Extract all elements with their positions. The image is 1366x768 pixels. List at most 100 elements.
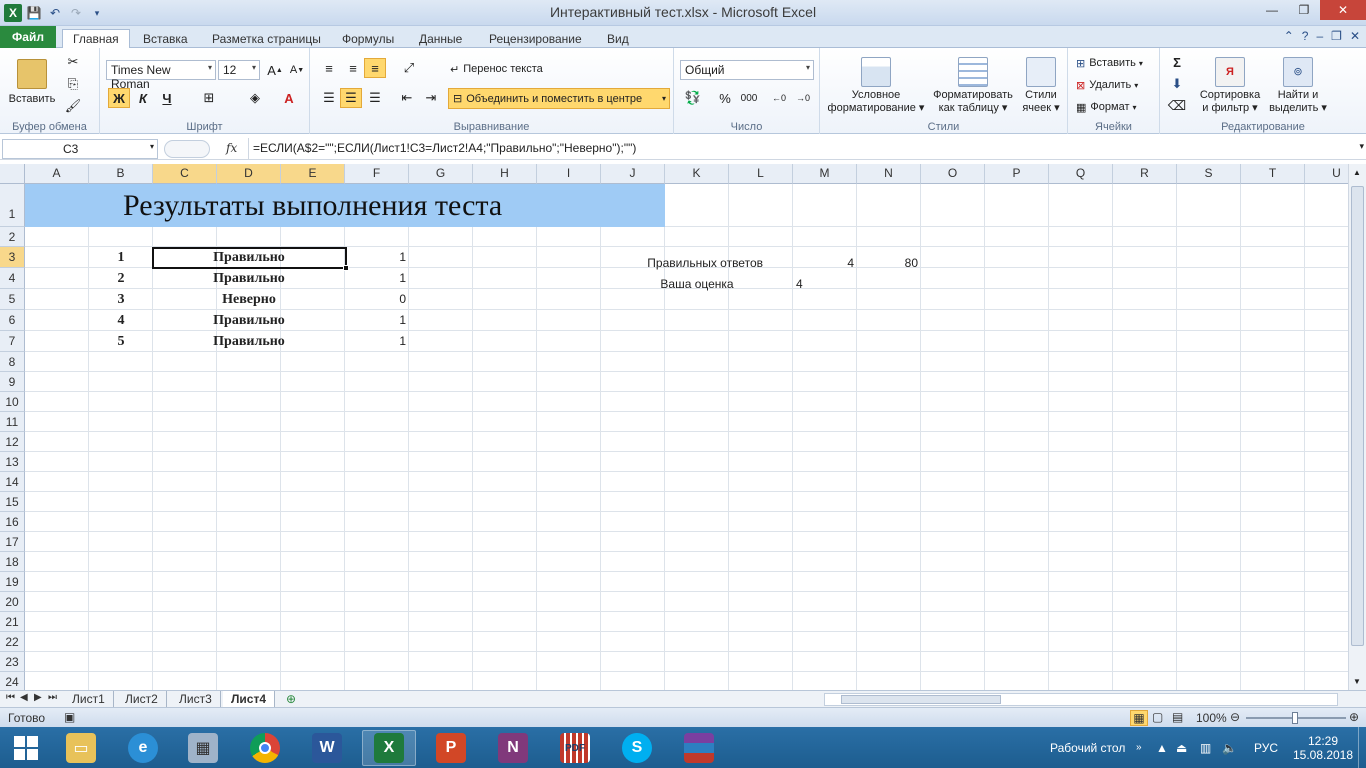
row-header-4[interactable]: 4	[0, 268, 25, 289]
answer-score[interactable]: 1	[345, 268, 409, 289]
column-header-m[interactable]: M	[793, 164, 857, 184]
taskbar-skype[interactable]: S	[610, 730, 664, 766]
row-header-20[interactable]: 20	[0, 592, 25, 612]
column-header-j[interactable]: J	[601, 164, 665, 184]
conditional-formatting-button[interactable]: Условное форматирование ▾	[824, 52, 928, 118]
start-button[interactable]	[0, 730, 52, 766]
answer-score[interactable]: 0	[345, 289, 409, 310]
name-box-dropdown-icon[interactable]: ▾	[150, 142, 154, 151]
grow-font-icon[interactable]: A ▲	[264, 60, 286, 80]
column-header-f[interactable]: F	[345, 164, 409, 184]
font-color-icon[interactable]: A	[278, 88, 300, 108]
row-header-23[interactable]: 23	[0, 652, 25, 672]
expand-formula-icon[interactable]: ▾	[1359, 141, 1364, 152]
find-select-button[interactable]: ⊚ Найти и выделить ▾	[1266, 52, 1330, 118]
align-right-icon[interactable]: ☰	[364, 88, 386, 108]
sheet-banner-title[interactable]: Результаты выполнения теста	[25, 184, 665, 227]
merge-dropdown-icon[interactable]: ▾	[662, 94, 669, 103]
fill-handle[interactable]	[343, 265, 349, 271]
percent-button[interactable]: %	[714, 88, 736, 108]
answer-result[interactable]: Правильно	[153, 268, 345, 289]
row-header-9[interactable]: 9	[0, 372, 25, 392]
taskbar-word[interactable]: W	[300, 730, 354, 766]
column-header-s[interactable]: S	[1177, 164, 1241, 184]
correct-answers-count[interactable]: 4	[793, 253, 857, 274]
taskbar-explorer[interactable]: ▭	[54, 730, 108, 766]
row-header-2[interactable]: 2	[0, 227, 25, 247]
column-header-b[interactable]: B	[89, 164, 153, 184]
column-header-c[interactable]: C	[153, 164, 217, 184]
taskbar-chrome[interactable]	[238, 730, 292, 766]
collapse-ribbon-icon[interactable]: ⌃	[1284, 29, 1294, 43]
show-desktop-button[interactable]	[1358, 727, 1366, 768]
copy-icon[interactable]: ⎘	[62, 74, 84, 94]
taskbar-onenote[interactable]: N	[486, 730, 540, 766]
currency-icon[interactable]: 💱	[682, 88, 704, 108]
tray-usb-icon[interactable]: ⏏	[1176, 727, 1187, 768]
sheet-tab-2[interactable]: Лист2	[117, 691, 167, 707]
column-header-g[interactable]: G	[409, 164, 473, 184]
column-header-p[interactable]: P	[985, 164, 1049, 184]
row-header-8[interactable]: 8	[0, 352, 25, 372]
name-box[interactable]: C3 ▾	[2, 139, 158, 159]
clear-icon[interactable]: ⌫	[1166, 96, 1188, 116]
taskbar-ie[interactable]: e	[116, 730, 170, 766]
question-number[interactable]: 3	[89, 289, 153, 310]
row-header-11[interactable]: 11	[0, 412, 25, 432]
column-header-l[interactable]: L	[729, 164, 793, 184]
fill-color-icon[interactable]: ◈	[244, 88, 266, 108]
close-button[interactable]: ✕	[1320, 0, 1366, 20]
desktop-toolbar-chevron-icon[interactable]: »	[1136, 727, 1142, 768]
row-header-19[interactable]: 19	[0, 572, 25, 592]
tray-network-icon[interactable]: ▥	[1200, 727, 1211, 768]
shrink-font-icon[interactable]: A ▼	[286, 60, 308, 80]
column-header-k[interactable]: K	[665, 164, 729, 184]
merge-center-button[interactable]: ⊟ Объединить и поместить в центре ▾	[448, 88, 670, 109]
orientation-icon[interactable]: ⤢	[398, 58, 420, 78]
row-header-16[interactable]: 16	[0, 512, 25, 532]
paste-button[interactable]: Вставить	[4, 52, 60, 112]
answer-score[interactable]: 1	[345, 247, 409, 268]
taskbar-powerpoint[interactable]: P	[424, 730, 478, 766]
doc-restore-icon[interactable]: ❐	[1331, 29, 1342, 43]
taskbar-excel[interactable]: X	[362, 730, 416, 766]
correct-answers-label[interactable]: Правильных ответов	[537, 253, 765, 274]
tray-volume-icon[interactable]: 🔈	[1222, 727, 1237, 768]
row-header-13[interactable]: 13	[0, 452, 25, 472]
normal-view-icon[interactable]: ▦	[1130, 710, 1148, 726]
row-header-22[interactable]: 22	[0, 632, 25, 652]
horizontal-scroll-thumb[interactable]	[841, 695, 1001, 704]
tab-data[interactable]: Данные	[409, 29, 472, 48]
question-number[interactable]: 4	[89, 310, 153, 331]
column-header-t[interactable]: T	[1241, 164, 1305, 184]
row-header-10[interactable]: 10	[0, 392, 25, 412]
desktop-toolbar[interactable]: Рабочий стол	[1050, 727, 1125, 768]
scroll-up-icon[interactable]: ▲	[1353, 168, 1361, 177]
grade-value[interactable]: 4	[793, 274, 857, 295]
tray-arrow-icon[interactable]: ▲	[1156, 727, 1168, 768]
cut-icon[interactable]: ✂	[62, 52, 84, 72]
zoom-slider[interactable]	[1246, 712, 1346, 724]
vertical-scrollbar[interactable]: ▲ ▼	[1348, 164, 1366, 690]
fill-icon[interactable]: ⬇	[1166, 74, 1188, 94]
formula-input[interactable]: =ЕСЛИ(A$2="";ЕСЛИ(Лист1!C3=Лист2!A4;"Пра…	[248, 138, 1348, 160]
zoom-out-icon[interactable]: ⊖	[1230, 710, 1240, 724]
row-header-14[interactable]: 14	[0, 472, 25, 492]
sheet-nav-next-icon[interactable]: ▶	[34, 692, 42, 703]
zoom-slider-thumb[interactable]	[1292, 712, 1298, 724]
sheet-nav-first-icon[interactable]: ⏮	[6, 692, 15, 703]
row-header-17[interactable]: 17	[0, 532, 25, 552]
sheet-tab-3[interactable]: Лист3	[171, 691, 221, 707]
minimize-button[interactable]: —	[1256, 0, 1288, 20]
row-header-3[interactable]: 3	[0, 247, 25, 268]
answer-score[interactable]: 1	[345, 331, 409, 352]
correct-answers-percent[interactable]: 80	[857, 253, 921, 274]
insert-cells-button[interactable]: ⊞ Вставить ▾	[1076, 54, 1143, 72]
row-header-5[interactable]: 5	[0, 289, 25, 310]
decrease-indent-icon[interactable]: ⇤	[396, 88, 418, 108]
tab-view[interactable]: Вид	[597, 29, 639, 48]
align-left-icon[interactable]: ☰	[318, 88, 340, 108]
question-number[interactable]: 5	[89, 331, 153, 352]
scroll-down-icon[interactable]: ▼	[1353, 677, 1361, 686]
select-all-corner[interactable]	[0, 164, 25, 184]
